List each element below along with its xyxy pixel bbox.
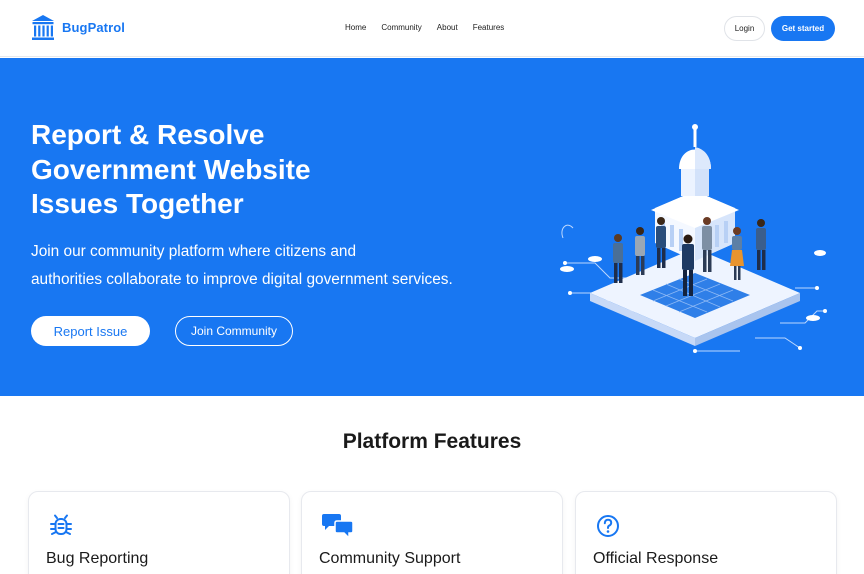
- feature-card-title: Bug Reporting: [46, 550, 149, 567]
- question-circle-icon: [597, 515, 619, 537]
- feature-card-community-support[interactable]: Community Support: [301, 491, 563, 574]
- login-button[interactable]: Login: [724, 16, 765, 41]
- feature-card-title: Official Response: [593, 550, 719, 567]
- chat-bubbles-icon: [322, 514, 354, 539]
- courthouse-icon: [32, 15, 54, 40]
- bug-icon: [50, 514, 72, 535]
- hero-subtitle: Join our community platform where citize…: [31, 238, 511, 294]
- nav-link-features[interactable]: Features: [473, 23, 505, 33]
- hero-title-line-1: Report & Resolve: [31, 119, 265, 150]
- brand-logo-link[interactable]: BugPatrol: [31, 14, 125, 41]
- government-building-people-illustration: [560, 124, 827, 353]
- join-community-button[interactable]: Join Community: [175, 316, 293, 346]
- hero-subtitle-line-2: authorities collaborate to improve digit…: [31, 271, 453, 288]
- nav-link-community[interactable]: Community: [381, 23, 421, 33]
- get-started-button[interactable]: Get started: [771, 16, 835, 41]
- feature-card-bug-reporting[interactable]: Bug Reporting: [28, 491, 290, 574]
- hero-title-line-3: Issues Together: [31, 188, 244, 219]
- hero-subtitle-line-1: Join our community platform where citize…: [31, 243, 357, 260]
- hero-title: Report & Resolve Government Website Issu…: [31, 118, 361, 222]
- features-heading: Platform Features: [342, 430, 522, 453]
- brand-name: BugPatrol: [62, 20, 126, 35]
- top-navbar: BugPatrol Home Community About Features …: [0, 0, 864, 57]
- nav-link-about[interactable]: About: [437, 23, 458, 33]
- feature-card-title: Community Support: [319, 550, 461, 567]
- nav-link-home[interactable]: Home: [345, 23, 366, 33]
- hero-section: Report & Resolve Government Website Issu…: [0, 58, 864, 396]
- report-issue-button[interactable]: Report Issue: [31, 316, 150, 346]
- hero-title-line-2: Government Website: [31, 153, 311, 185]
- main-nav: Home Community About Features: [345, 23, 504, 33]
- feature-card-official-response[interactable]: Official Response: [575, 491, 837, 574]
